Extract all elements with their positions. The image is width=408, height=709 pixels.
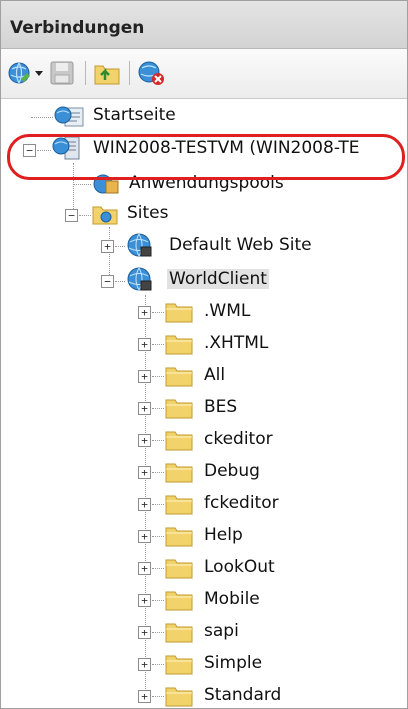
disconnect-button[interactable] [137, 59, 167, 87]
expand-toggle[interactable]: + [138, 530, 151, 543]
folder-icon [165, 527, 193, 547]
tree-item-label: LookOut [204, 557, 275, 577]
folder-icon [165, 655, 193, 675]
connections-panel: Verbindungen Startseite − WIN2008-TESTVM… [0, 0, 408, 709]
tree-connector [152, 536, 164, 537]
tree-item-label: Simple [204, 653, 263, 673]
tree-item-label: .XHTML [204, 333, 269, 353]
tree-item-label: All [204, 365, 226, 385]
toolbar-separator [85, 61, 86, 85]
tree-connector [79, 215, 91, 216]
folder-icon [165, 623, 193, 643]
tree-item-label: Standard [204, 685, 282, 705]
tree-connector [152, 504, 164, 505]
red-highlight-outline [7, 134, 405, 180]
expand-toggle[interactable]: + [138, 498, 151, 511]
tree-connector [152, 440, 164, 441]
folder-globe-icon [92, 206, 118, 225]
save-icon [50, 61, 74, 85]
tree-item-label: BES [204, 397, 238, 417]
tree-connector [152, 664, 164, 665]
folder-icon [165, 431, 193, 451]
expand-toggle[interactable]: + [138, 402, 151, 415]
tree-connector [152, 344, 164, 345]
folder-icon [165, 591, 193, 611]
tree-connector [152, 376, 164, 377]
tree-connector [115, 246, 125, 247]
tree-connector [152, 312, 164, 313]
globe-disconnect-icon [138, 61, 164, 85]
tree-connector [73, 184, 91, 185]
tree-item-label: fckeditor [204, 493, 279, 513]
connections-tree: Startseite − WIN2008-TESTVM (WIN2008-TE … [1, 99, 407, 708]
tree-connector [31, 117, 53, 118]
expand-toggle[interactable]: + [138, 594, 151, 607]
tree-item-label: Default Web Site [169, 235, 312, 255]
tree-connector [115, 281, 125, 282]
tree-item-label: .WML [204, 301, 251, 321]
expand-toggle[interactable]: + [138, 306, 151, 319]
tree-item-label: Startseite [93, 105, 176, 125]
tree-connector [152, 472, 164, 473]
tree-item-label: Help [204, 525, 243, 545]
tree-item-label: ckeditor [204, 429, 273, 449]
folder-icon [165, 335, 193, 355]
tree-connector [152, 568, 164, 569]
connect-button[interactable] [7, 59, 45, 87]
expand-toggle[interactable]: + [138, 466, 151, 479]
folder-icon [165, 367, 193, 387]
expand-toggle[interactable]: + [138, 338, 151, 351]
tree-item-label: sapi [204, 621, 239, 641]
expand-toggle[interactable]: + [138, 658, 151, 671]
folder-up-button[interactable] [93, 59, 121, 87]
folder-icon [165, 463, 193, 483]
tree-item-label: Debug [204, 461, 260, 481]
folder-icon [165, 559, 193, 579]
start-page-icon [54, 106, 84, 127]
folder-up-icon [94, 65, 120, 85]
folder-icon [165, 687, 193, 707]
website-globe-icon [127, 233, 152, 257]
collapse-toggle[interactable]: − [101, 275, 114, 288]
expand-toggle[interactable]: + [138, 562, 151, 575]
panel-header: Verbindungen [1, 1, 407, 49]
toolbar [1, 49, 407, 99]
folder-icon [165, 303, 193, 323]
tree-connector [152, 632, 164, 633]
tree-item-label: Mobile [204, 589, 260, 609]
panel-title: Verbindungen [10, 18, 145, 38]
expand-toggle[interactable]: + [101, 240, 114, 253]
tree-item-label: WorldClient [167, 269, 269, 289]
tree-connector [152, 696, 164, 697]
website-globe-icon [127, 267, 152, 291]
folder-icon [165, 495, 193, 515]
expand-toggle[interactable]: + [138, 434, 151, 447]
globe-connect-icon [8, 62, 43, 84]
expand-toggle[interactable]: + [138, 626, 151, 639]
collapse-toggle[interactable]: − [65, 209, 78, 222]
folder-icon [165, 399, 193, 419]
tree-item-label: Sites [127, 203, 169, 223]
tree-connector [152, 600, 164, 601]
tree-connector [152, 408, 164, 409]
save-button[interactable] [49, 59, 75, 87]
expand-toggle[interactable]: + [138, 690, 151, 703]
expand-toggle[interactable]: + [138, 370, 151, 383]
toolbar-separator [129, 61, 130, 85]
